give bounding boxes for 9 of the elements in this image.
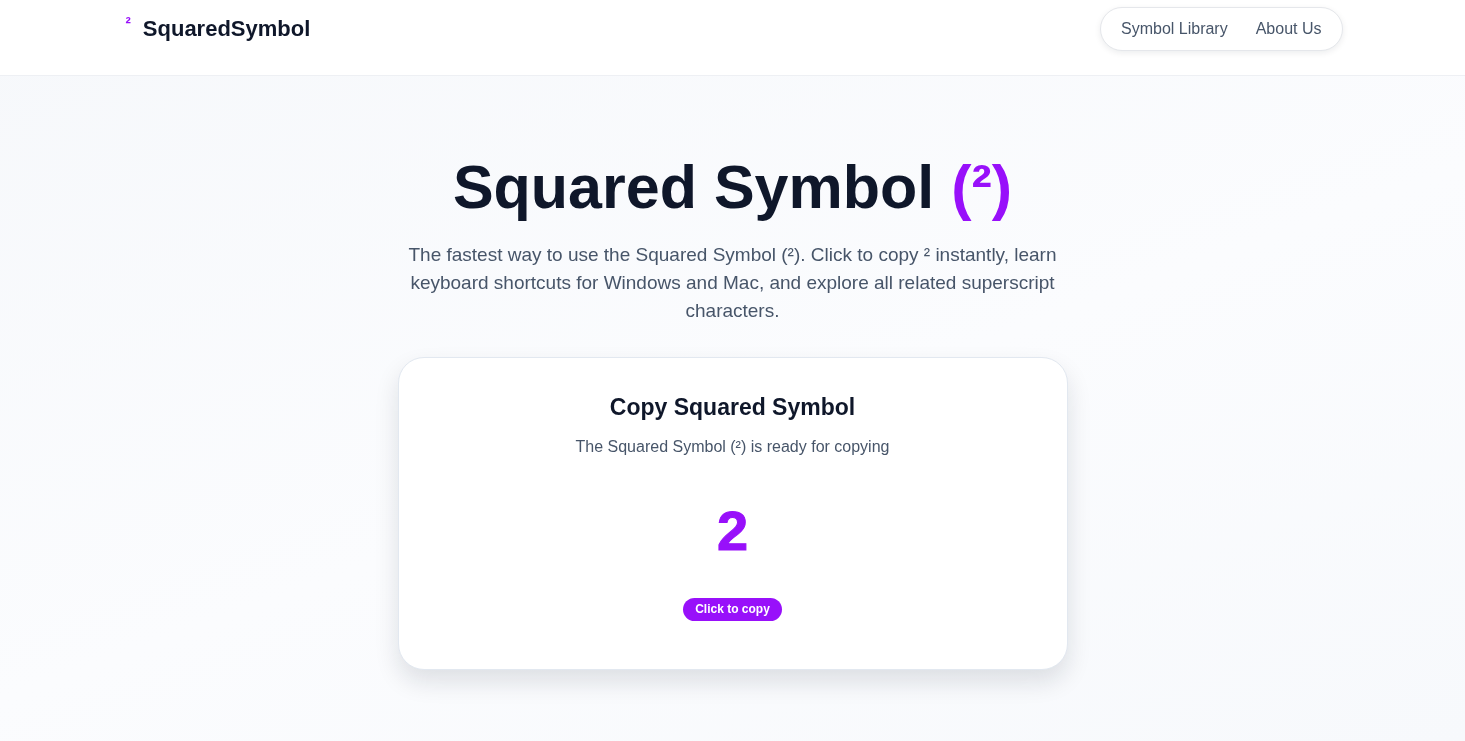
card-subtitle: The Squared Symbol (²) is ready for copying (575, 437, 890, 457)
nav-link[interactable]: About Us (1255, 20, 1322, 38)
copy-button[interactable]: Click to copy (683, 598, 782, 621)
card-title: Copy Squared Symbol (609, 393, 856, 422)
logo-link[interactable]: ² SquaredSymbol (122, 16, 311, 42)
hero-description: The fastest way to use the Squared Symbol (²). Click to copy ² instantly, learn keyboard shortcuts for Windows and Mac, and explore all related superscript characters. (407, 243, 1058, 323)
nav-link[interactable]: Symbol Library (1121, 20, 1228, 38)
hero-title: Squared Symbol (²) (452, 152, 1013, 223)
symbol-preview: 2 (716, 501, 749, 561)
